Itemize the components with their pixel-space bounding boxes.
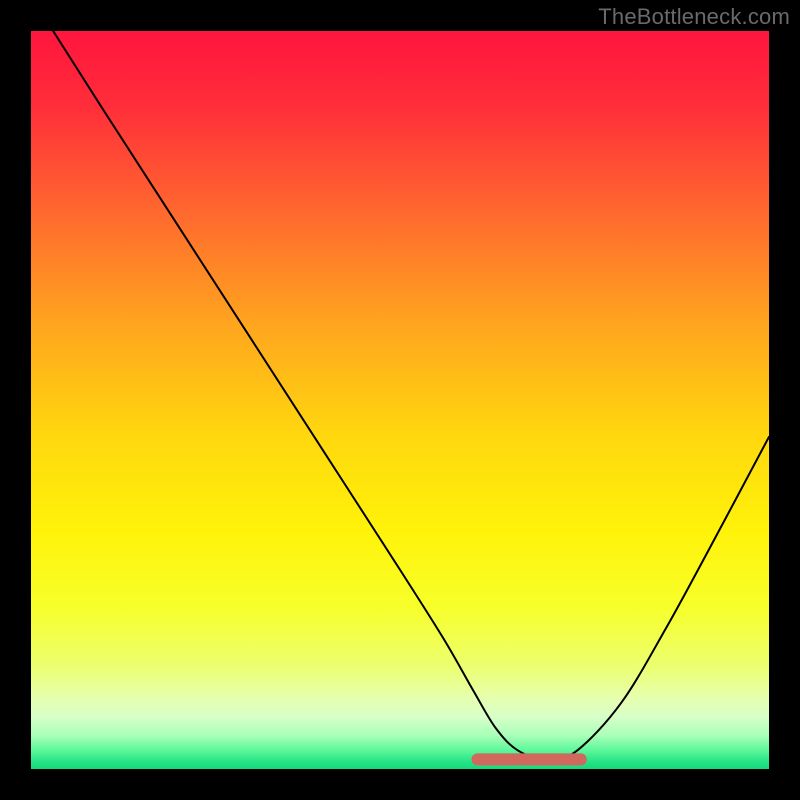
chart-frame: TheBottleneck.com xyxy=(0,0,800,800)
gradient-background xyxy=(31,31,769,769)
plot-area xyxy=(31,31,769,769)
watermark-text: TheBottleneck.com xyxy=(598,4,790,30)
plot-svg xyxy=(31,31,769,769)
